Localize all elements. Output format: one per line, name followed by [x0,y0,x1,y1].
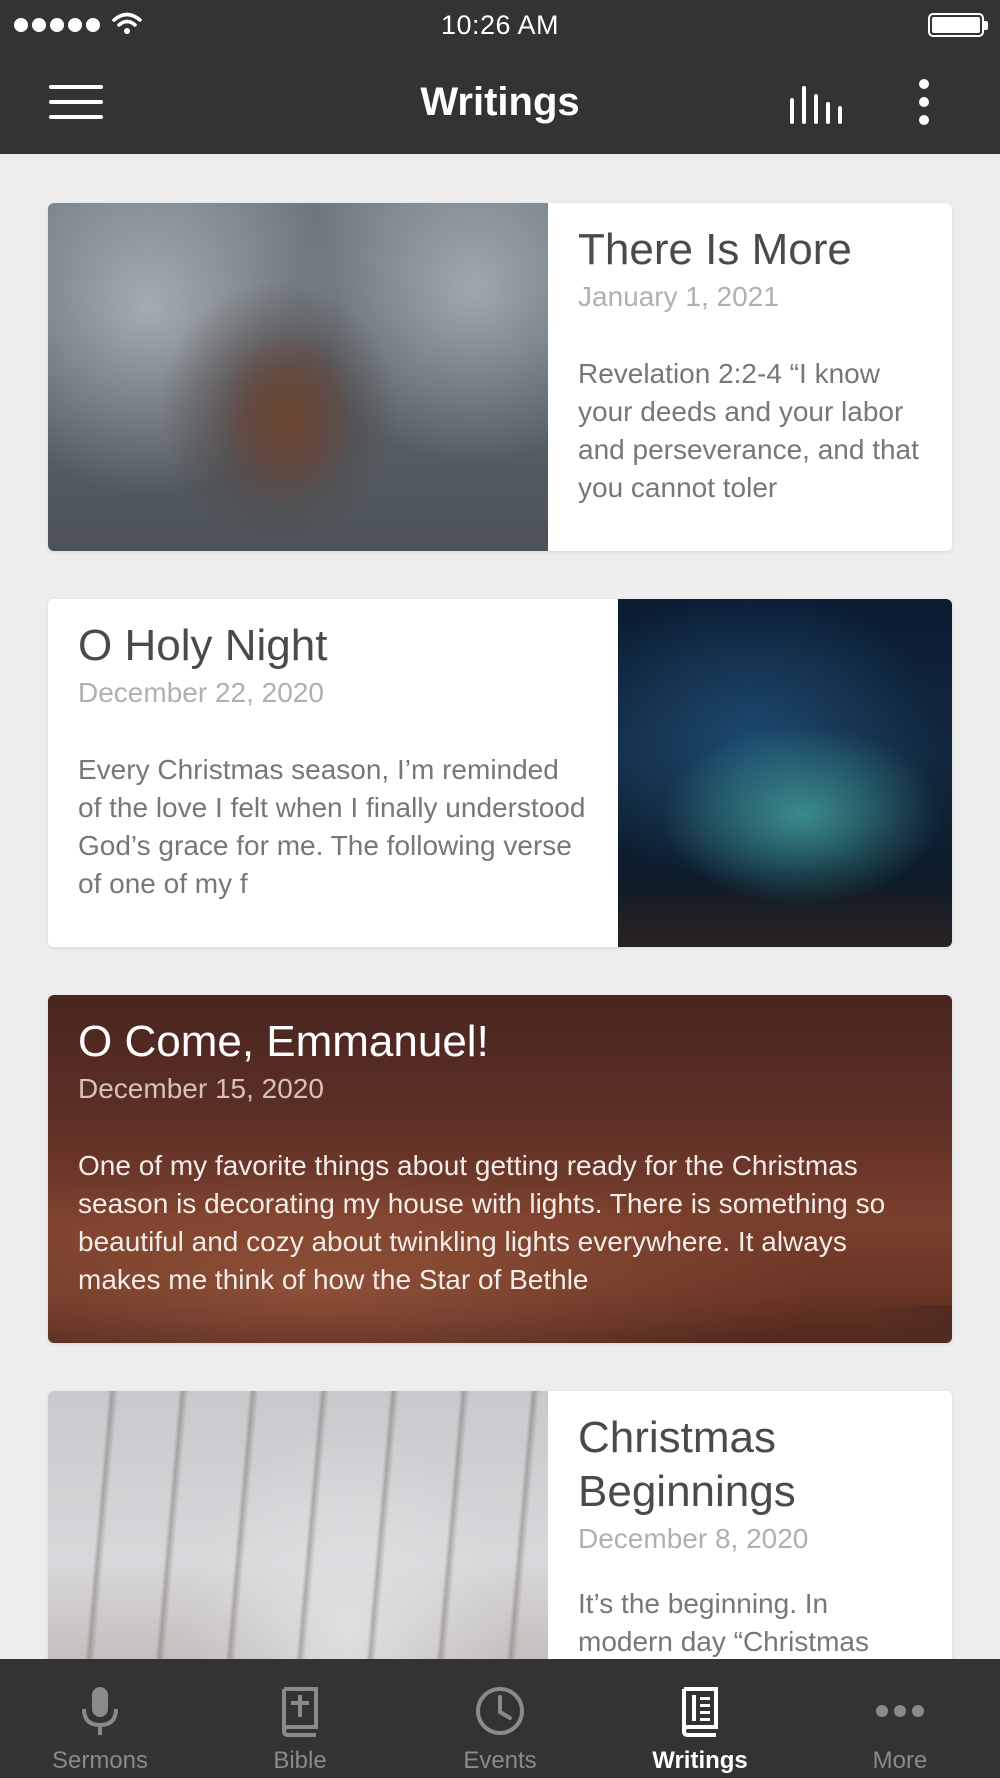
tab-label: Events [463,1747,537,1774]
nav-bar: Writings [0,50,1000,154]
card-title: O Holy Night [78,621,328,670]
tab-label: Bible [273,1747,327,1774]
card-date: December 22, 2020 [78,677,324,708]
bible-icon [281,1687,318,1737]
tab-bible[interactable]: Bible [200,1659,400,1778]
aurora-night-image [618,599,952,947]
microphone-icon [82,1687,118,1735]
snowy-chapel-image [48,203,548,551]
tab-writings[interactable]: Writings [600,1659,800,1778]
clock-icon [476,1687,524,1735]
tab-sermons[interactable]: Sermons [0,1659,200,1778]
card-date: January 1, 2021 [578,281,779,312]
writing-card[interactable]: O Holy Night December 22, 2020 Every Chr… [48,599,952,947]
writing-card[interactable]: There Is More January 1, 2021 Revelation… [48,203,952,551]
card-date: December 8, 2020 [578,1523,809,1554]
writing-card[interactable]: O Come, Emmanuel! December 15, 2020 One … [48,995,952,1343]
audio-bars-icon[interactable] [786,84,846,124]
card-text: O Come, Emmanuel! December 15, 2020 One … [78,995,928,1299]
writings-icon [681,1687,718,1737]
tab-events[interactable]: Events [400,1659,600,1778]
tab-label: Writings [652,1747,748,1774]
tab-label: Sermons [51,1747,149,1774]
text-fade [872,513,952,551]
card-excerpt: One of my favorite things about getting … [78,1150,886,1295]
battery-icon [928,13,988,37]
text-fade [872,1305,952,1343]
card-excerpt: Revelation 2:2-4 “I know your deeds and … [578,358,919,503]
card-title: Christmas Beginnings [578,1413,796,1516]
card-text: Christmas Beginnings December 8, 2020 It… [578,1391,928,1661]
card-title: O Come, Emmanuel! [78,1017,489,1066]
tab-label: More [872,1747,928,1774]
card-excerpt: It’s the beginning. In modern day “Chris… [578,1588,869,1657]
more-dots-icon [876,1705,924,1717]
card-title: There Is More [578,225,852,274]
card-text: O Holy Night December 22, 2020 Every Chr… [78,599,588,903]
card-text: There Is More January 1, 2021 Revelation… [578,203,928,507]
tab-more[interactable]: More [800,1659,1000,1778]
card-excerpt: Every Christmas season, I’m reminded of … [78,754,586,899]
status-time: 10:26 AM [440,10,560,40]
text-fade [538,909,618,947]
page-title: Writings [420,80,580,124]
card-date: December 15, 2020 [78,1073,324,1104]
more-options-icon[interactable] [906,74,942,130]
tab-bar: Sermons Bible Events Writings More [0,1659,1000,1778]
status-bar: 10:26 AM [0,0,1000,50]
